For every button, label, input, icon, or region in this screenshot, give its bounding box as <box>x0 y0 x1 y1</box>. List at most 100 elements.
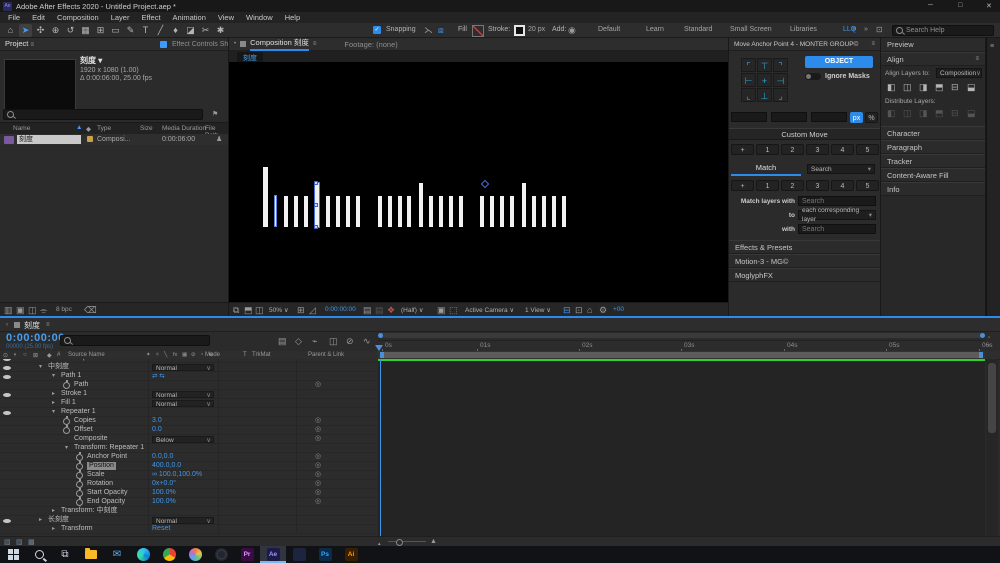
timeline-row-scale[interactable]: Scale∞ 100.0,100.0%◎ <box>0 471 378 480</box>
menu-layer[interactable]: Layer <box>111 13 130 22</box>
stopwatch-icon[interactable] <box>76 481 83 488</box>
brush-tool-icon[interactable]: ╱ <box>154 24 167 37</box>
parent-pickwhip-icon[interactable]: ◎ <box>315 462 321 470</box>
blend-mode-dropdown[interactable]: Normal∨ <box>152 517 214 525</box>
minimize-button[interactable]: ─ <box>928 2 933 9</box>
lock-icon[interactable] <box>240 41 246 47</box>
timeline-row-end-opacity[interactable]: End Opacity100.0%◎ <box>0 498 378 507</box>
taskbar-media-player-app-icon[interactable] <box>208 546 234 563</box>
panel-character[interactable]: Character <box>881 126 985 140</box>
interpret-footage-icon[interactable]: ▥ <box>4 305 13 315</box>
comp-flowchart-icon[interactable]: ⌂ <box>587 305 592 315</box>
blend-mode-dropdown[interactable]: Normal∨ <box>152 400 214 408</box>
match-4[interactable]: 4 <box>831 180 854 191</box>
property-value[interactable]: 100.0% <box>152 489 176 497</box>
parent-pickwhip-icon[interactable]: ◎ <box>315 498 321 506</box>
panel-effects-presets[interactable]: Effects & Presets <box>729 240 880 254</box>
transparency-grid-icon[interactable]: ⬚ <box>449 305 458 315</box>
match-5[interactable]: 5 <box>856 180 879 191</box>
twirl-open-icon[interactable]: ▾ <box>65 444 68 452</box>
cti-line[interactable] <box>380 359 381 536</box>
frame-blend-icon[interactable]: ◫ <box>329 336 338 346</box>
timeline-row-repeater-1[interactable]: ▾Repeater 1 <box>0 408 378 417</box>
property-label[interactable]: 长刻度 <box>48 516 69 524</box>
parent-pickwhip-icon[interactable]: ◎ <box>315 453 321 461</box>
workspace-default[interactable]: Default <box>598 26 620 33</box>
current-time-display[interactable]: 0:00:00:00 <box>6 332 65 344</box>
snap-options-icon[interactable]: ⋋ <box>424 25 433 35</box>
property-value[interactable]: 0x+0.0° <box>152 480 176 488</box>
add-menu-icon[interactable]: ◉ <box>568 25 576 35</box>
stopwatch-icon[interactable] <box>63 382 70 389</box>
panel-align-header[interactable]: Align≡ <box>881 52 985 66</box>
property-label[interactable]: Offset <box>74 426 93 434</box>
stroke-label[interactable]: Stroke: <box>488 26 510 33</box>
with-input[interactable]: Search <box>798 224 876 234</box>
property-label[interactable]: Position <box>87 462 116 470</box>
twirl-open-icon[interactable]: ▾ <box>39 363 42 371</box>
property-value[interactable]: ∞ 100.0,100.0% <box>152 471 202 479</box>
property-label[interactable]: Path <box>74 381 88 389</box>
taskbar-mail-icon[interactable]: ✉ <box>104 546 130 563</box>
roto-brush-tool-icon[interactable]: ✂ <box>199 24 212 37</box>
path-keyframe-icons[interactable]: ⇄ ⇆ <box>152 372 165 380</box>
menu-help[interactable]: Help <box>285 13 300 22</box>
anchor-mid-right[interactable]: ⊣ <box>773 73 788 87</box>
share-frame-icon[interactable]: ◫ <box>255 305 264 315</box>
pen-tool-icon[interactable]: ✎ <box>124 24 137 37</box>
puppet-pin-tool-icon[interactable]: ✱ <box>214 24 227 37</box>
parent-pickwhip-icon[interactable]: ◎ <box>315 426 321 434</box>
workspace-overflow-icon[interactable]: » <box>864 25 868 35</box>
taskbar-chrome-icon[interactable] <box>156 546 182 563</box>
timeline-row-stroke-1[interactable]: ▸Stroke 1Normal∨ <box>0 390 378 399</box>
t-column[interactable]: T <box>243 352 247 358</box>
workspace-standard[interactable]: Standard <box>684 26 712 33</box>
timeline-row-transform-repeater-1[interactable]: ▾ Transform: Repeater 1 <box>0 444 378 453</box>
source-name-column[interactable]: Source Name <box>68 352 105 358</box>
timeline-button-icon[interactable]: ⊡ <box>575 305 583 315</box>
main-viewer-icon[interactable]: ⬒ <box>244 305 253 315</box>
twirl-closed-icon[interactable]: ▸ <box>52 399 55 407</box>
top-selection-handle[interactable] <box>314 181 318 185</box>
timeline-row-composite[interactable]: CompositeBelow∨◎ <box>0 435 378 444</box>
parent-pickwhip-icon[interactable]: ◎ <box>315 480 321 488</box>
view-layout-camera-select[interactable]: Active Camera ∨ <box>465 306 514 314</box>
blend-mode-dropdown[interactable]: Normal∨ <box>152 364 214 372</box>
panel-tracker[interactable]: Tracker <box>881 154 985 168</box>
match-mode-dropdown[interactable]: Search▾ <box>807 164 875 174</box>
taskbar-premiere-pro-icon[interactable]: Pr <box>234 546 260 563</box>
sort-arrow-icon[interactable]: ▲ <box>76 124 82 131</box>
comp-viewer[interactable] <box>229 62 728 302</box>
object-button[interactable]: OBJECT <box>805 56 873 68</box>
custom-move-add[interactable]: + <box>731 144 754 155</box>
label-column-icon[interactable]: ◆ <box>86 125 91 133</box>
stopwatch-icon[interactable] <box>76 454 83 461</box>
timeline-vscrollbar[interactable] <box>986 359 998 536</box>
resolution-select[interactable]: (Half) ∨ <box>401 306 423 314</box>
timeline-zoom-slider[interactable] <box>388 541 426 542</box>
tab-composition[interactable]: Composition 刻度 <box>250 37 309 51</box>
align-top-icon[interactable]: ⬒ <box>935 82 944 92</box>
visibility-eye-icon[interactable] <box>3 366 11 370</box>
y-offset-input[interactable] <box>771 112 807 122</box>
taskbar-edge-icon[interactable] <box>130 546 156 563</box>
project-search-input[interactable] <box>3 109 203 120</box>
property-label[interactable]: Path 1 <box>61 372 81 380</box>
timeline-row-anchor-point[interactable]: Anchor Point0.0,0.0◎ <box>0 453 378 462</box>
menu-composition[interactable]: Composition <box>57 13 99 22</box>
parent-link-column[interactable]: Parent & Link <box>308 352 344 358</box>
property-label[interactable]: Transform: Repeater 1 <box>74 444 144 452</box>
property-label[interactable]: Rotation <box>87 480 113 488</box>
custom-move-2[interactable]: 2 <box>781 144 804 155</box>
maximize-button[interactable]: □ <box>958 2 962 9</box>
property-label[interactable]: Start Opacity <box>87 489 127 497</box>
visibility-eye-icon[interactable] <box>3 393 11 397</box>
middle-selection-handle[interactable] <box>314 203 318 207</box>
property-label[interactable]: Anchor Point <box>87 453 127 461</box>
twirl-closed-icon[interactable]: ▸ <box>52 390 55 398</box>
panel-moglyphfx[interactable]: MoglyphFX <box>729 268 880 282</box>
twirl-closed-icon[interactable]: ▸ <box>39 516 42 524</box>
eraser-tool-icon[interactable]: ◪ <box>184 24 197 37</box>
x-offset-input[interactable] <box>731 112 767 122</box>
time-navigator[interactable] <box>378 333 985 338</box>
